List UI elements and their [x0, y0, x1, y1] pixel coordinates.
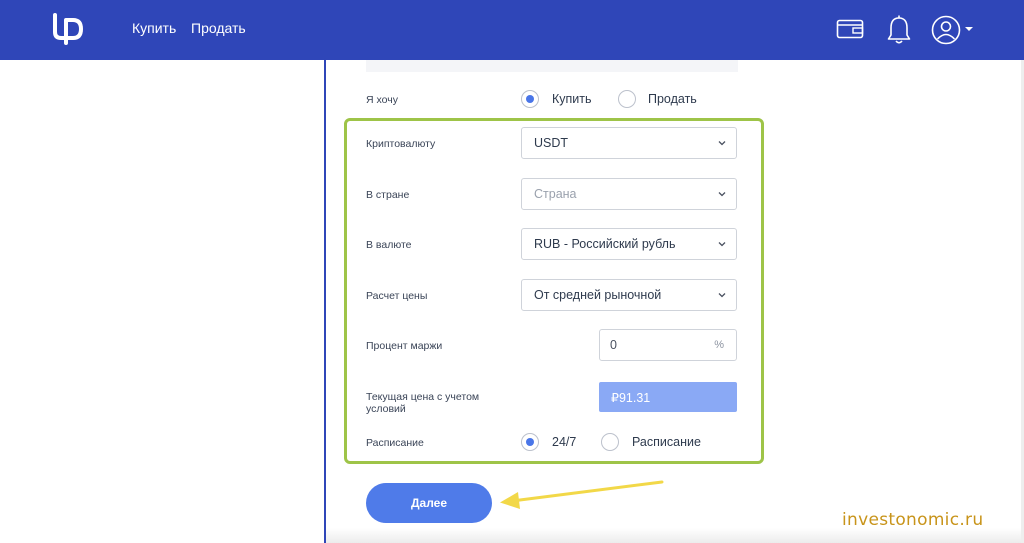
margin-input[interactable]: 0 %: [599, 329, 737, 361]
current-price-label: Текущая цена с учетом условий: [366, 391, 480, 415]
margin-unit: %: [714, 339, 724, 351]
crypto-value: USDT: [534, 136, 569, 150]
wallet-icon[interactable]: [836, 17, 864, 41]
crypto-label: Криптовалюту: [366, 138, 436, 150]
radio-buy[interactable]: [521, 90, 539, 108]
price-calc-select[interactable]: От средней рыночной: [521, 279, 737, 311]
margin-label: Процент маржи: [366, 340, 443, 352]
section-top-strip: [366, 60, 738, 72]
caret-down-icon[interactable]: [964, 25, 974, 33]
chevron-down-icon: [718, 192, 726, 197]
logo-icon[interactable]: [52, 12, 84, 46]
schedule-label: Расписание: [366, 437, 424, 449]
current-price-value: ₽91.31: [611, 391, 651, 405]
chevron-down-icon: [718, 141, 726, 146]
nav-sell-link[interactable]: Продать: [191, 20, 246, 36]
nav-buy-link[interactable]: Купить: [132, 20, 176, 36]
chevron-down-icon: [718, 293, 726, 298]
current-price-field: ₽91.31: [599, 382, 737, 412]
radio-schedule-custom[interactable]: [601, 433, 619, 451]
currency-value: RUB - Российский рубль: [534, 237, 676, 251]
price-calc-label: Расчет цены: [366, 290, 428, 302]
radio-schedule-custom-label: Расписание: [632, 435, 701, 449]
annotation-arrow-icon: [500, 480, 664, 509]
radio-sell-label: Продать: [648, 92, 697, 106]
content-left-border: [324, 60, 326, 543]
top-navbar: Купить Продать: [0, 0, 1024, 60]
radio-sell[interactable]: [618, 90, 636, 108]
margin-value: 0: [610, 338, 617, 352]
country-select[interactable]: Страна: [521, 178, 737, 210]
currency-select[interactable]: RUB - Российский рубль: [521, 228, 737, 260]
radio-schedule-24-7[interactable]: [521, 433, 539, 451]
price-calc-value: От средней рыночной: [534, 288, 662, 302]
want-label: Я хочу: [366, 94, 398, 106]
radio-24-7-label: 24/7: [552, 435, 577, 449]
watermark-text: investonomic.ru: [842, 510, 984, 530]
bell-icon[interactable]: [886, 15, 912, 45]
country-placeholder: Страна: [534, 187, 577, 201]
user-circle-icon[interactable]: [931, 15, 961, 45]
currency-label: В валюте: [366, 239, 412, 251]
crypto-select[interactable]: USDT: [521, 127, 737, 159]
bottom-shadow: [326, 528, 1021, 543]
next-button[interactable]: Далее: [366, 483, 492, 523]
radio-buy-label: Купить: [552, 92, 592, 106]
chevron-down-icon: [718, 242, 726, 247]
country-label: В стране: [366, 189, 410, 201]
